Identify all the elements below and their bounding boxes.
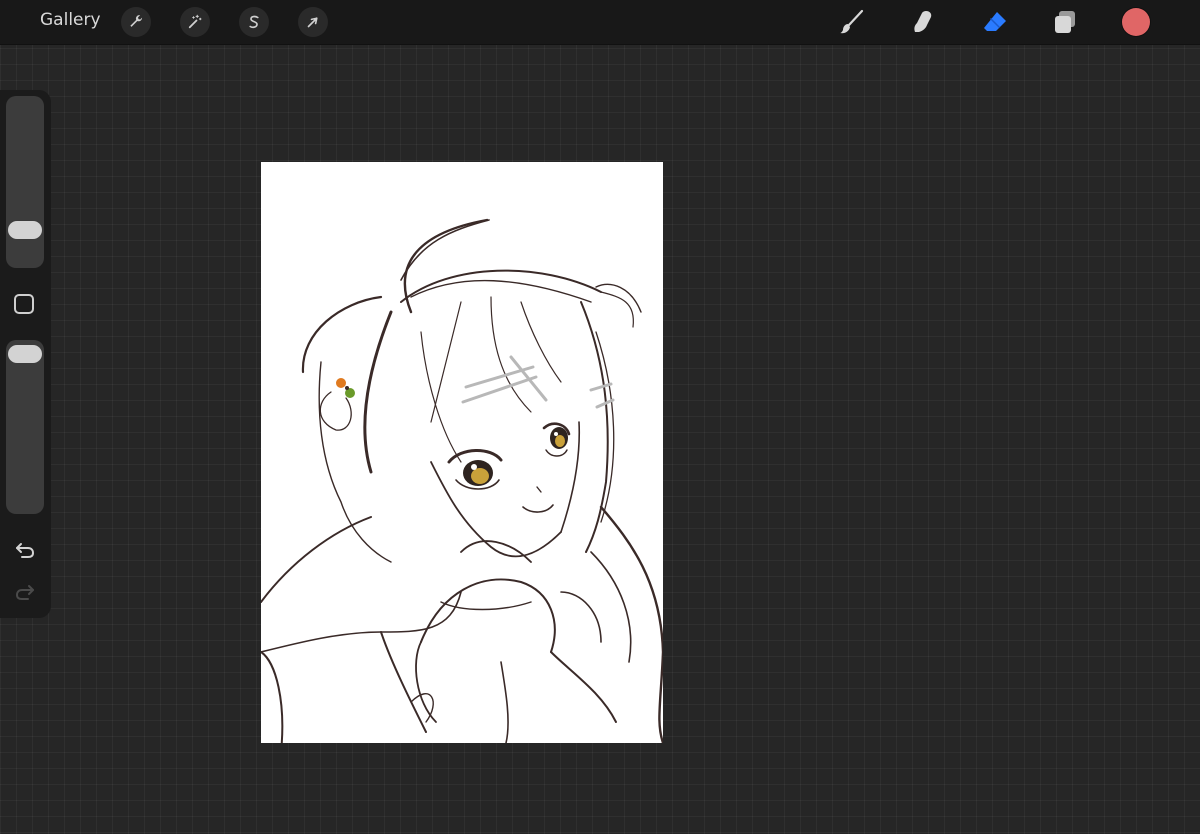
top-toolbar: Gallery xyxy=(0,0,1200,45)
modify-square-icon[interactable] xyxy=(14,294,34,314)
smudge-tool-button[interactable] xyxy=(907,6,939,38)
sketch-artwork xyxy=(261,218,663,743)
brush-size-slider[interactable] xyxy=(6,96,44,268)
procreate-workspace: Gallery xyxy=(0,0,1200,834)
undo-icon[interactable] xyxy=(13,538,37,562)
opacity-slider[interactable] xyxy=(6,340,44,514)
left-sidebar xyxy=(0,90,51,618)
drawing-canvas[interactable] xyxy=(261,162,663,743)
redo-icon[interactable] xyxy=(13,580,37,604)
brush-tool-button[interactable] xyxy=(836,6,868,38)
gallery-button[interactable]: Gallery xyxy=(40,10,101,30)
brush-size-thumb[interactable] xyxy=(8,221,42,239)
opacity-thumb[interactable] xyxy=(8,345,42,364)
transform-button[interactable] xyxy=(298,7,328,37)
adjustments-button[interactable] xyxy=(180,7,210,37)
wrench-icon xyxy=(130,15,143,27)
eraser-icon xyxy=(984,12,1006,31)
actions-button[interactable] xyxy=(121,7,151,37)
smudge-finger-icon xyxy=(914,11,932,32)
selection-button[interactable] xyxy=(239,7,269,37)
brush-icon xyxy=(840,9,864,34)
color-picker-button[interactable] xyxy=(1122,8,1150,36)
layers-icon xyxy=(1055,11,1075,33)
layers-button[interactable] xyxy=(1049,6,1081,38)
eraser-tool-button[interactable] xyxy=(979,6,1011,38)
magic-wand-icon xyxy=(188,14,202,29)
arrow-cursor-icon xyxy=(307,17,318,28)
selection-s-icon xyxy=(249,15,259,29)
